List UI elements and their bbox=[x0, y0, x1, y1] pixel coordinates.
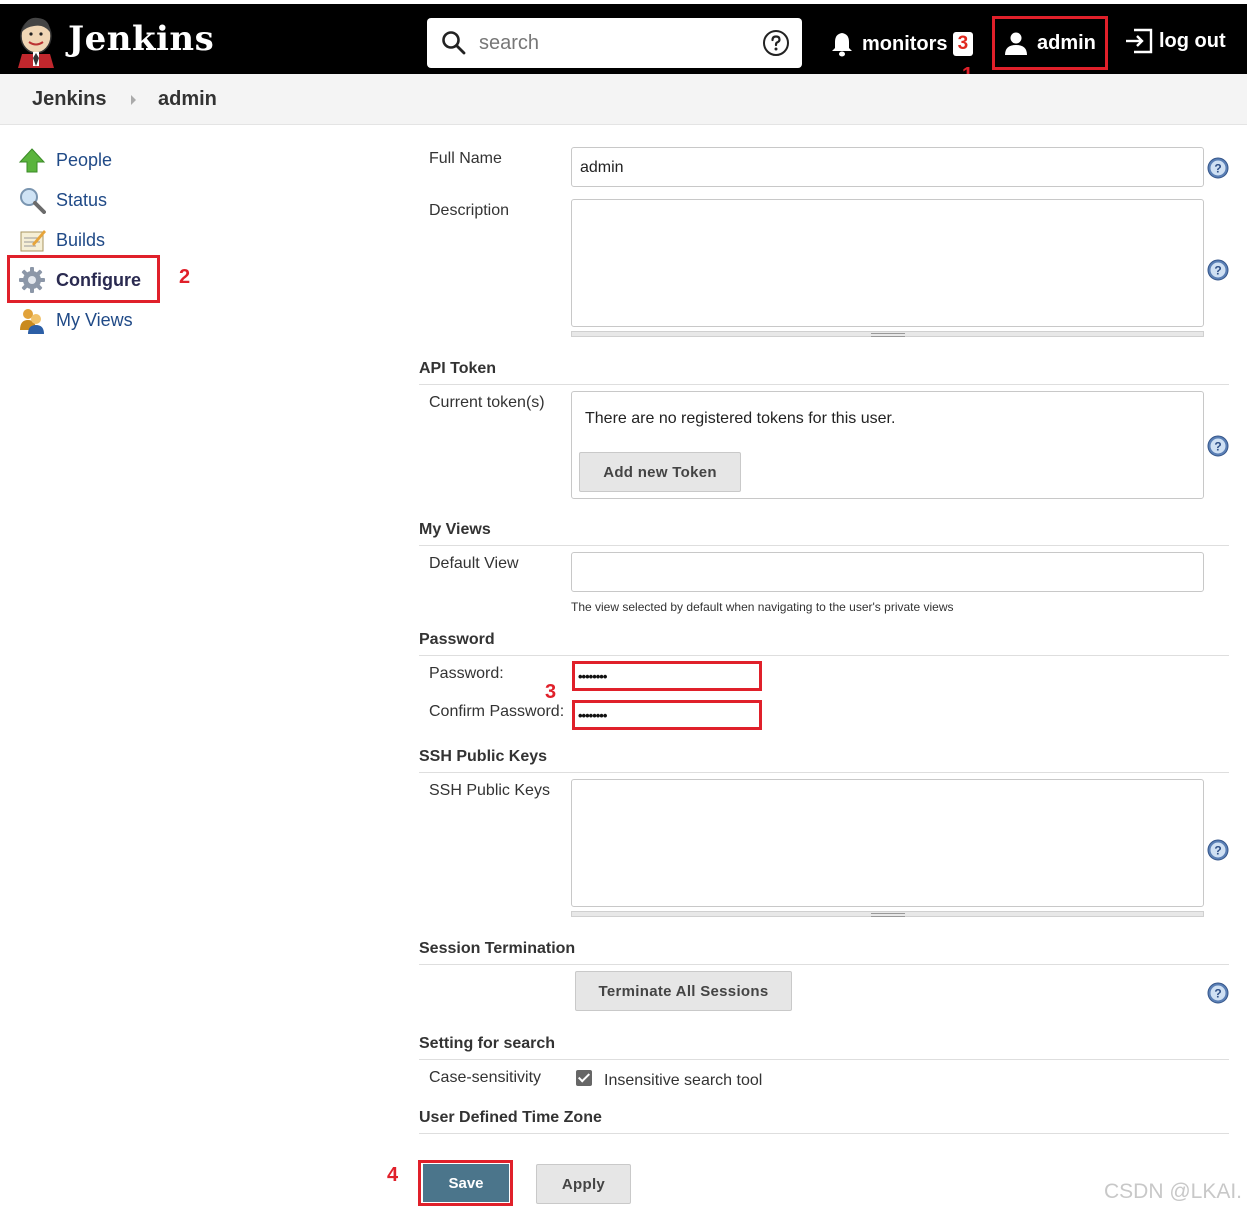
svg-text:?: ? bbox=[1214, 844, 1221, 858]
ssh-keys-label: SSH Public Keys bbox=[429, 782, 550, 799]
description-textarea[interactable] bbox=[571, 199, 1204, 327]
full-name-field[interactable]: admin bbox=[571, 147, 1204, 187]
svg-text:?: ? bbox=[1214, 987, 1221, 1001]
search-icon bbox=[442, 31, 466, 55]
magnifier-icon bbox=[20, 188, 46, 214]
sidebar-item-status[interactable]: Status bbox=[18, 185, 107, 215]
sidebar-item-label: People bbox=[56, 149, 113, 170]
configure-highlight bbox=[7, 255, 160, 303]
password-input[interactable]: •••••••• bbox=[572, 661, 762, 691]
brand-name[interactable]: Jenkins bbox=[68, 19, 214, 59]
help-icon[interactable]: ? bbox=[1207, 435, 1229, 457]
notepad-icon bbox=[20, 230, 46, 252]
default-view-label: Default View bbox=[429, 555, 519, 572]
description-label: Description bbox=[429, 202, 510, 219]
search-box bbox=[427, 18, 802, 68]
breadcrumb: Jenkins admin bbox=[0, 74, 1247, 125]
current-tokens-label: Current token(s) bbox=[429, 394, 545, 411]
full-name-label: Full Name bbox=[429, 150, 502, 167]
full-name-value: admin bbox=[580, 159, 624, 176]
insensitive-search-checkbox[interactable] bbox=[576, 1070, 592, 1086]
password-section-title: Password bbox=[419, 631, 1229, 656]
logout-label: log out bbox=[1159, 29, 1226, 52]
ssh-keys-textarea[interactable] bbox=[571, 779, 1204, 907]
resize-handle[interactable] bbox=[571, 331, 1204, 337]
annotation-3: 3 bbox=[545, 681, 557, 703]
help-icon[interactable]: ? bbox=[1207, 259, 1229, 281]
logout-link[interactable]: log out bbox=[1124, 28, 1226, 54]
breadcrumb-jenkins[interactable]: Jenkins bbox=[32, 88, 106, 111]
svg-text:?: ? bbox=[1214, 264, 1221, 278]
apply-button[interactable]: Apply bbox=[536, 1164, 631, 1204]
annotation-4: 4 bbox=[387, 1164, 399, 1186]
search-input[interactable] bbox=[479, 28, 759, 58]
watermark: CSDN @LKAI. bbox=[1104, 1180, 1243, 1203]
logout-icon bbox=[1126, 28, 1153, 54]
confirm-password-input[interactable]: •••••••• bbox=[572, 700, 762, 730]
top-header: Jenkins monitors 3 admin bbox=[0, 0, 1247, 74]
default-view-hint: The view selected by default when naviga… bbox=[571, 600, 954, 614]
help-circle-icon[interactable] bbox=[762, 29, 790, 57]
ssh-section-title: SSH Public Keys bbox=[419, 748, 1229, 773]
resize-handle[interactable] bbox=[571, 911, 1204, 917]
add-new-token-button[interactable]: Add new Token bbox=[579, 452, 741, 492]
case-sensitivity-label: Case-sensitivity bbox=[429, 1069, 542, 1086]
help-icon[interactable]: ? bbox=[1207, 839, 1229, 861]
search-setting-section-title: Setting for search bbox=[419, 1035, 1229, 1060]
svg-text:?: ? bbox=[1214, 440, 1221, 454]
api-token-section-title: API Token bbox=[419, 360, 1229, 385]
sidebar-item-label: Status bbox=[56, 189, 108, 210]
chevron-right-icon bbox=[131, 95, 136, 105]
breadcrumb-admin[interactable]: admin bbox=[158, 88, 217, 111]
sidebar-item-my-views[interactable]: My Views bbox=[18, 305, 133, 335]
help-icon[interactable]: ? bbox=[1207, 157, 1229, 179]
sidebar-item-builds[interactable]: Builds bbox=[18, 225, 105, 255]
jenkins-logo-icon[interactable] bbox=[14, 14, 58, 68]
terminate-all-sessions-button[interactable]: Terminate All Sessions bbox=[575, 971, 792, 1011]
session-section-title: Session Termination bbox=[419, 940, 1229, 965]
up-arrow-icon bbox=[18, 148, 46, 173]
save-button[interactable]: Save bbox=[423, 1164, 509, 1202]
insensitive-search-label: Insensitive search tool bbox=[604, 1072, 763, 1089]
user-label: admin bbox=[1037, 31, 1096, 54]
help-icon[interactable]: ? bbox=[1207, 982, 1229, 1004]
sidebar-item-label: Builds bbox=[56, 229, 106, 250]
default-view-field[interactable] bbox=[571, 552, 1204, 592]
password-label: Password: bbox=[429, 665, 504, 682]
annotation-2: 2 bbox=[179, 266, 191, 288]
sidebar-item-people[interactable]: People bbox=[18, 145, 112, 175]
bell-icon bbox=[832, 33, 852, 57]
no-tokens-text: There are no registered tokens for this … bbox=[585, 410, 896, 427]
svg-text:?: ? bbox=[1214, 162, 1221, 176]
my-views-section-title: My Views bbox=[419, 521, 1229, 546]
monitors-count-badge: 3 bbox=[952, 32, 974, 56]
sidebar-item-label: My Views bbox=[56, 309, 133, 330]
users-icon bbox=[20, 309, 44, 334]
monitors-link[interactable]: monitors 3 bbox=[830, 28, 974, 60]
timezone-section-title: User Defined Time Zone bbox=[419, 1109, 1229, 1134]
monitors-label: monitors bbox=[862, 32, 948, 55]
user-admin-link[interactable]: admin bbox=[992, 16, 1108, 70]
user-icon bbox=[1005, 32, 1027, 55]
confirm-password-label: Confirm Password: bbox=[429, 703, 565, 720]
